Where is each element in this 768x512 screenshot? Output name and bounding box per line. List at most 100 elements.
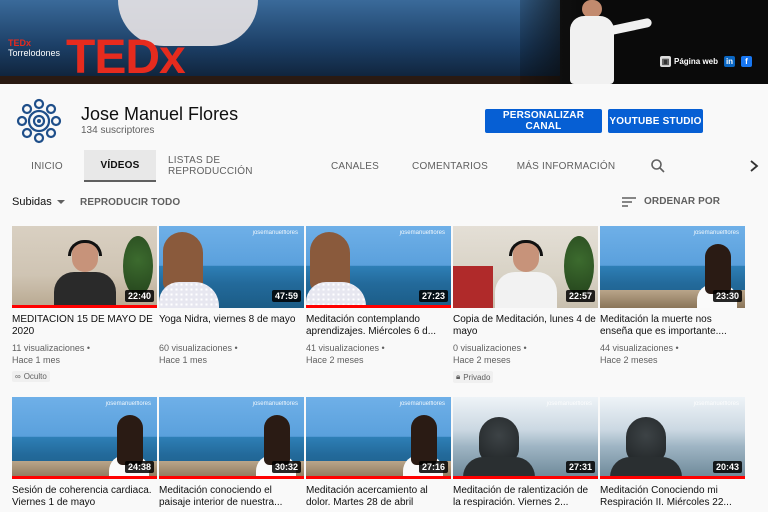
channel-header: Jose Manuel Flores 134 suscriptores PERS…	[0, 84, 768, 182]
video-thumbnail[interactable]: 22:40	[12, 226, 157, 308]
visibility-label: Oculto	[23, 372, 47, 381]
video-views: 41 visualizaciones	[306, 343, 380, 353]
tab-channels[interactable]: CANALES	[322, 150, 388, 182]
watch-progress-bar	[12, 305, 157, 308]
video-age: Hace 2 meses	[306, 355, 364, 365]
video-thumbnail[interactable]: josemanuelflores 23:30	[600, 226, 745, 308]
watch-progress-bar	[12, 476, 157, 479]
video-card[interactable]: 22:57 Copia de Meditación, lunes 4 de may…	[453, 226, 598, 384]
watch-progress-bar	[600, 476, 745, 479]
video-title[interactable]: Meditación contemplando aprendizajes. Mi…	[306, 314, 451, 338]
video-card[interactable]: josemanuelflores 27:31 Meditación de ralen…	[453, 397, 598, 509]
video-title[interactable]: Meditación acercamiento al dolor. Martes…	[306, 485, 451, 509]
subscriber-count: 134 suscriptores	[81, 125, 155, 136]
facebook-icon: f	[741, 56, 753, 67]
linkedin-link[interactable]: in	[724, 56, 736, 67]
video-thumbnail[interactable]: josemanuelflores 27:23	[306, 226, 451, 308]
video-card[interactable]: josemanuelflores 47:59 Yoga Nidra, viernes…	[159, 226, 304, 366]
video-thumbnail[interactable]: josemanuelflores 24:38	[12, 397, 157, 479]
video-title[interactable]: Meditación Conociendo mi Respiración II.…	[600, 485, 745, 509]
uploads-dropdown[interactable]: Subidas	[12, 196, 65, 208]
video-duration: 47:59	[271, 290, 301, 302]
video-thumbnail[interactable]: josemanuelflores 27:16	[306, 397, 451, 479]
video-card[interactable]: josemanuelflores 20:43 Meditación Conocien…	[600, 397, 745, 509]
website-link-label: Página web	[674, 57, 719, 66]
video-views: 11 visualizaciones	[12, 343, 85, 353]
video-duration: 27:16	[418, 461, 448, 473]
video-title[interactable]: Copia de Meditación, lunes 4 de mayo	[453, 314, 598, 338]
video-duration: 22:57	[565, 290, 595, 302]
video-age: Hace 1 mes	[12, 355, 61, 365]
tab-playlists[interactable]: LISTAS DE REPRODUCCIÓN	[168, 150, 302, 182]
video-card[interactable]: josemanuelflores 23:30 Meditación la muert…	[600, 226, 745, 366]
video-card[interactable]: josemanuelflores 30:32 Meditación conocien…	[159, 397, 304, 509]
watch-progress-bar	[453, 476, 598, 479]
search-icon[interactable]	[650, 158, 666, 174]
sort-by-label: ORDENAR POR	[644, 196, 721, 207]
video-age: Hace 2 meses	[600, 355, 658, 365]
video-thumbnail[interactable]: 22:57	[453, 226, 598, 308]
tab-videos[interactable]: VÍDEOS	[84, 150, 156, 182]
video-title[interactable]: Meditación la muerte nos enseña que es i…	[600, 314, 745, 338]
sort-by-button[interactable]: ORDENAR POR	[622, 196, 720, 207]
video-meta: 41 visualizaciones • Hace 2 meses	[306, 343, 385, 365]
watch-progress-bar	[159, 476, 304, 479]
youtube-studio-button[interactable]: YOUTUBE STUDIO	[608, 109, 703, 133]
banner-presenter-figure	[556, 0, 656, 84]
video-title[interactable]: Meditación de ralentización de la respir…	[453, 485, 598, 509]
visibility-badge: 🔒︎ Privado	[453, 371, 494, 383]
uploads-dropdown-label: Subidas	[12, 196, 52, 208]
lock-icon: 🔒︎	[456, 372, 461, 381]
link-icon: ∞	[15, 372, 21, 381]
video-duration: 30:32	[271, 461, 301, 473]
video-thumbnail[interactable]: josemanuelflores 47:59	[159, 226, 304, 308]
video-thumbnail[interactable]: josemanuelflores 30:32	[159, 397, 304, 479]
video-card[interactable]: josemanuelflores 27:16 Meditación acercami…	[306, 397, 451, 509]
website-link[interactable]: ▣ Página web	[660, 56, 718, 67]
video-thumbnail[interactable]: josemanuelflores 20:43	[600, 397, 745, 479]
video-meta: 60 visualizaciones • Hace 1 mes	[159, 343, 238, 365]
video-duration: 20:43	[712, 461, 742, 473]
video-card[interactable]: josemanuelflores 27:23 Meditación contempl…	[306, 226, 451, 366]
video-title[interactable]: Sesión de coherencia cardiaca. Viernes 1…	[12, 485, 157, 509]
website-icon: ▣	[660, 56, 671, 67]
video-title[interactable]: Meditación conociendo el paisaje interio…	[159, 485, 304, 509]
video-duration: 22:40	[124, 290, 154, 302]
video-card[interactable]: josemanuelflores 24:38 Sesión de coherenci…	[12, 397, 157, 509]
video-duration: 27:23	[418, 290, 448, 302]
channel-avatar[interactable]	[14, 96, 64, 146]
visibility-badge: ∞ Oculto	[12, 371, 50, 382]
video-meta: 0 visualizaciones • Hace 2 meses	[453, 343, 527, 365]
video-duration: 24:38	[124, 461, 154, 473]
video-views: 0 visualizaciones	[453, 343, 522, 353]
video-card[interactable]: 22:40 MEDITACIÓN 15 DE MAYO DE 2020 11 vis…	[12, 226, 157, 384]
video-title[interactable]: MEDITACIÓN 15 DE MAYO DE 2020	[12, 314, 157, 338]
tedx-event-label: TEDx Torrelodones	[8, 38, 60, 58]
chevron-right-icon[interactable]	[748, 158, 760, 174]
watch-progress-bar	[306, 305, 451, 308]
tab-comments[interactable]: COMENTARIOS	[406, 150, 494, 182]
sort-icon	[622, 196, 636, 207]
tab-about[interactable]: MÁS INFORMACIÓN	[514, 150, 618, 182]
tedx-location: Torrelodones	[8, 48, 61, 58]
video-views: 60 visualizaciones	[159, 343, 233, 353]
video-meta: 11 visualizaciones • Hace 1 mes	[12, 343, 91, 365]
channel-name: Jose Manuel Flores	[81, 104, 239, 124]
video-age: Hace 2 meses	[453, 355, 511, 365]
tedx-stage-letters: TEDx	[66, 31, 186, 84]
video-meta: 44 visualizaciones • Hace 2 meses	[600, 343, 679, 365]
banner-stage-photo: TEDx Torrelodones TEDx	[0, 0, 560, 84]
video-thumbnail[interactable]: josemanuelflores 27:31	[453, 397, 598, 479]
video-title[interactable]: Yoga Nidra, viernes 8 de mayo	[159, 314, 304, 338]
watch-progress-bar	[306, 476, 451, 479]
video-age: Hace 1 mes	[159, 355, 208, 365]
tab-inicio[interactable]: INICIO	[20, 150, 74, 182]
play-all-button[interactable]: REPRODUCIR TODO	[80, 197, 180, 208]
channel-banner: TEDx Torrelodones TEDx ▣ Página web in f	[0, 0, 768, 84]
video-duration: 27:31	[565, 461, 595, 473]
customize-channel-button[interactable]: PERSONALIZAR CANAL	[485, 109, 602, 133]
stage-edge	[0, 76, 560, 84]
caret-down-icon	[56, 200, 65, 204]
linkedin-icon: in	[724, 56, 736, 67]
facebook-link[interactable]: f	[741, 56, 753, 67]
